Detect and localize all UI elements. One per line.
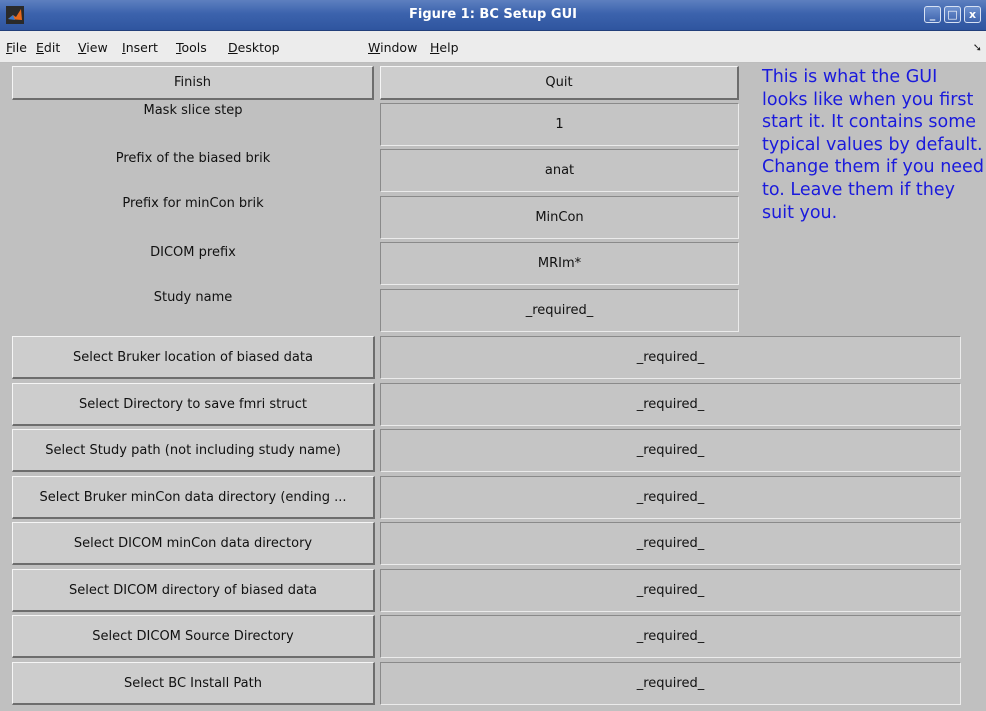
help-note: This is what the GUI looks like when you…	[762, 67, 984, 223]
select-fmri-struct-dir-button[interactable]: Select Directory to save fmri struct	[12, 383, 375, 426]
fmri-struct-dir-field[interactable]: _required_	[380, 383, 961, 426]
bruker-mincon-dir-field[interactable]: _required_	[380, 476, 961, 519]
study-path-field[interactable]: _required_	[380, 429, 961, 472]
bruker-biased-path-field[interactable]: _required_	[380, 336, 961, 379]
finish-button[interactable]: Finish	[12, 66, 374, 100]
dicom-prefix-field[interactable]: MRIm*	[380, 242, 739, 285]
mincon-brik-prefix-label: Prefix for minCon brik	[122, 196, 264, 211]
dicom-mincon-dir-field[interactable]: _required_	[380, 522, 961, 565]
menu-edit[interactable]: Edit	[36, 40, 60, 55]
select-dicom-biased-dir-button[interactable]: Select DICOM directory of biased data	[12, 569, 375, 612]
select-dicom-source-dir-button[interactable]: Select DICOM Source Directory	[12, 615, 375, 658]
bc-install-path-field[interactable]: _required_	[380, 662, 961, 705]
window-title: Figure 1: BC Setup GUI	[409, 7, 577, 22]
select-bruker-mincon-dir-button[interactable]: Select Bruker minCon data directory (end…	[12, 476, 375, 519]
menu-help[interactable]: Help	[430, 40, 459, 55]
menu-bar: File Edit View Insert Tools Desktop Wind…	[0, 31, 986, 63]
study-name-field[interactable]: _required_	[380, 289, 739, 332]
mask-slice-step-field[interactable]: 1	[380, 103, 739, 146]
select-dicom-mincon-dir-button[interactable]: Select DICOM minCon data directory	[12, 522, 375, 565]
close-button[interactable]: x	[964, 6, 981, 23]
menu-view[interactable]: View	[78, 40, 108, 55]
dicom-biased-dir-field[interactable]: _required_	[380, 569, 961, 612]
mask-slice-step-label: Mask slice step	[143, 103, 243, 118]
quit-button[interactable]: Quit	[380, 66, 739, 100]
menu-tools[interactable]: Tools	[176, 40, 207, 55]
menu-desktop[interactable]: Desktop	[228, 40, 280, 55]
select-study-path-button[interactable]: Select Study path (not including study n…	[12, 429, 375, 472]
select-bc-install-path-button[interactable]: Select BC Install Path	[12, 662, 375, 705]
menu-file[interactable]: File	[6, 40, 27, 55]
biased-brik-prefix-label: Prefix of the biased brik	[115, 151, 271, 166]
mincon-brik-prefix-field[interactable]: MinCon	[380, 196, 739, 239]
menu-overflow-arrow-icon[interactable]: ➘	[973, 41, 982, 54]
menu-insert[interactable]: Insert	[122, 40, 158, 55]
maximize-button[interactable]: □	[944, 6, 961, 23]
study-name-label: Study name	[153, 290, 233, 305]
title-bar[interactable]: Figure 1: BC Setup GUI _ □ x	[0, 0, 986, 31]
dicom-source-dir-field[interactable]: _required_	[380, 615, 961, 658]
biased-brik-prefix-field[interactable]: anat	[380, 149, 739, 192]
dicom-prefix-label: DICOM prefix	[150, 245, 236, 260]
menu-window[interactable]: Window	[368, 40, 417, 55]
select-bruker-biased-button[interactable]: Select Bruker location of biased data	[12, 336, 375, 379]
minimize-button[interactable]: _	[924, 6, 941, 23]
